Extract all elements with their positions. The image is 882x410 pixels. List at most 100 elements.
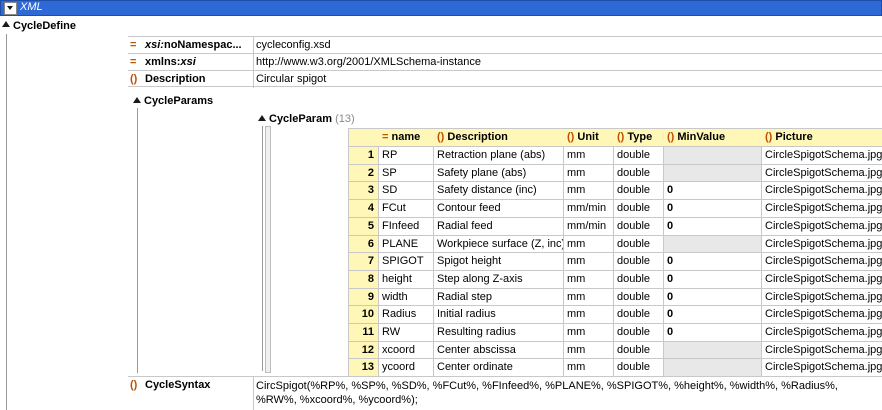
- cell-unit[interactable]: mm: [564, 359, 614, 377]
- cell-unit[interactable]: mm: [564, 324, 614, 341]
- cell-type[interactable]: double: [614, 200, 664, 218]
- cell-unit[interactable]: mm: [564, 270, 614, 288]
- cell-desc[interactable]: Contour feed: [434, 200, 564, 218]
- cell-type[interactable]: double: [614, 253, 664, 271]
- cell-desc[interactable]: Radial step: [434, 288, 564, 306]
- cell-type[interactable]: double: [614, 306, 664, 324]
- cell-name[interactable]: Radius: [379, 306, 434, 324]
- cell-desc[interactable]: Resulting radius: [434, 324, 564, 341]
- cell-type[interactable]: double: [614, 288, 664, 306]
- cell-min[interactable]: 0: [664, 253, 762, 271]
- cell-name[interactable]: SPIGOT: [379, 253, 434, 271]
- collapse-toggle-icon[interactable]: [4, 2, 17, 15]
- cell-name[interactable]: xcoord: [379, 341, 434, 359]
- cell-pic[interactable]: CircleSpigotSchema.jpg: [762, 236, 882, 253]
- column-header-unit[interactable]: () Unit: [564, 129, 614, 146]
- cell-desc[interactable]: Initial radius: [434, 306, 564, 324]
- cell-unit[interactable]: mm: [564, 253, 614, 271]
- cell-min[interactable]: 0: [664, 270, 762, 288]
- cell-pic[interactable]: CircleSpigotSchema.jpg: [762, 253, 882, 270]
- cell-min[interactable]: 0: [664, 288, 762, 306]
- cell-pic[interactable]: CircleSpigotSchema.jpg: [762, 200, 882, 217]
- cell-min[interactable]: [664, 147, 762, 164]
- cell-desc[interactable]: Step along Z-axis: [434, 270, 564, 288]
- cell-type[interactable]: double: [614, 359, 664, 377]
- cell-desc[interactable]: Radial feed: [434, 217, 564, 235]
- xml-header-bar[interactable]: XML: [0, 0, 882, 16]
- table-row[interactable]: 4 FCut Contour feed mm/min double 0 CircleSpig…: [349, 199, 882, 218]
- cell-unit[interactable]: mm: [564, 147, 614, 164]
- cell-pic[interactable]: CircleSpigotSchema.jpg: [762, 306, 882, 323]
- cell-type[interactable]: double: [614, 164, 664, 182]
- table-row[interactable]: 2 SP Safety plane (abs) mm double CircleSpigo…: [349, 163, 882, 182]
- attr-value[interactable]: Circular spigot: [253, 71, 873, 88]
- cell-pic[interactable]: CircleSpigotSchema.jpg: [762, 182, 882, 199]
- column-header-name[interactable]: = name: [379, 129, 434, 146]
- cell-name[interactable]: SD: [379, 182, 434, 200]
- attr-row-description[interactable]: () Description Circular spigot: [128, 70, 882, 87]
- cell-desc[interactable]: Retraction plane (abs): [434, 147, 564, 164]
- table-row[interactable]: 6 PLANE Workpiece surface (Z, inc) mm double…: [349, 234, 882, 253]
- table-row[interactable]: 12 xcoord Center abscissa mm double CircleSpi…: [349, 340, 882, 359]
- cell-type[interactable]: double: [614, 324, 664, 341]
- table-row[interactable]: 10 Radius Initial radius mm double 0 CircleSpi…: [349, 305, 882, 324]
- cell-type[interactable]: double: [614, 182, 664, 200]
- cell-pic[interactable]: CircleSpigotSchema.jpg: [762, 165, 882, 182]
- cell-min[interactable]: [664, 359, 762, 377]
- cell-min[interactable]: [664, 341, 762, 359]
- cell-type[interactable]: double: [614, 235, 664, 253]
- attr-row-xmlns[interactable]: = xmlns:xsi http://www.w3.org/2001/XMLSc…: [128, 53, 882, 70]
- cell-unit[interactable]: mm: [564, 235, 614, 253]
- cell-pic[interactable]: CircleSpigotSchema.jpg: [762, 218, 882, 235]
- cell-pic[interactable]: CircleSpigotSchema.jpg: [762, 271, 882, 288]
- cell-type[interactable]: double: [614, 217, 664, 235]
- attr-value[interactable]: http://www.w3.org/2001/XMLSchema-instanc…: [253, 54, 873, 71]
- cell-pic[interactable]: CircleSpigotSchema.jpg: [762, 359, 882, 376]
- cell-min[interactable]: 0: [664, 182, 762, 200]
- cell-name[interactable]: PLANE: [379, 235, 434, 253]
- cell-unit[interactable]: mm: [564, 288, 614, 306]
- cell-min[interactable]: 0: [664, 306, 762, 324]
- cell-type[interactable]: double: [614, 270, 664, 288]
- table-row[interactable]: 5 FInfeed Radial feed mm/min double 0 CircleSp…: [349, 216, 882, 235]
- attr-row-nonamespace[interactable]: = xsi:noNamespac... cycleconfig.xsd: [128, 36, 882, 53]
- cell-desc[interactable]: Spigot height: [434, 253, 564, 271]
- cell-pic[interactable]: CircleSpigotSchema.jpg: [762, 147, 882, 164]
- cycledefine-toggle-icon[interactable]: [2, 21, 10, 27]
- table-row[interactable]: 13 ycoord Center ordinate mm double CircleSpi…: [349, 358, 882, 377]
- table-row[interactable]: 9 width Radial step mm double 0 CircleSpigotSc…: [349, 287, 882, 306]
- cell-pic[interactable]: CircleSpigotSchema.jpg: [762, 342, 882, 359]
- cell-desc[interactable]: Safety plane (abs): [434, 164, 564, 182]
- cell-pic[interactable]: CircleSpigotSchema.jpg: [762, 289, 882, 306]
- cell-name[interactable]: FInfeed: [379, 217, 434, 235]
- cell-min[interactable]: 0: [664, 200, 762, 218]
- column-header-type[interactable]: () Type: [614, 129, 664, 146]
- cell-type[interactable]: double: [614, 147, 664, 164]
- cell-desc[interactable]: Workpiece surface (Z, inc): [434, 235, 564, 253]
- cell-type[interactable]: double: [614, 341, 664, 359]
- cyclesyntax-row[interactable]: () CycleSyntax CircSpigot(%RP%, %SP%, %S…: [128, 376, 882, 410]
- vertical-scrollbar[interactable]: [265, 126, 271, 373]
- cell-desc[interactable]: Center ordinate: [434, 359, 564, 377]
- column-header-description[interactable]: () Description: [434, 129, 564, 146]
- cycleparam-toggle-icon[interactable]: [258, 115, 266, 121]
- attr-value[interactable]: cycleconfig.xsd: [253, 37, 873, 54]
- cell-unit[interactable]: mm/min: [564, 217, 614, 235]
- cell-min[interactable]: 0: [664, 324, 762, 341]
- cell-desc[interactable]: Center abscissa: [434, 341, 564, 359]
- table-row[interactable]: 1 RP Retraction plane (abs) mm double CircleS…: [349, 146, 882, 164]
- cell-min[interactable]: [664, 164, 762, 182]
- cell-desc[interactable]: Safety distance (inc): [434, 182, 564, 200]
- cell-unit[interactable]: mm: [564, 306, 614, 324]
- table-row[interactable]: 7 SPIGOT Spigot height mm double 0 CircleSpigo…: [349, 252, 882, 271]
- cell-name[interactable]: RP: [379, 147, 434, 164]
- cell-min[interactable]: [664, 235, 762, 253]
- cell-unit[interactable]: mm: [564, 341, 614, 359]
- cycleparams-toggle-icon[interactable]: [133, 97, 141, 103]
- table-row[interactable]: 8 height Step along Z-axis mm double 0 CircleS…: [349, 269, 882, 288]
- column-header-picture[interactable]: () Picture: [762, 129, 882, 146]
- cell-unit[interactable]: mm/min: [564, 200, 614, 218]
- cell-name[interactable]: RW: [379, 324, 434, 341]
- cell-min[interactable]: 0: [664, 217, 762, 235]
- cell-unit[interactable]: mm: [564, 164, 614, 182]
